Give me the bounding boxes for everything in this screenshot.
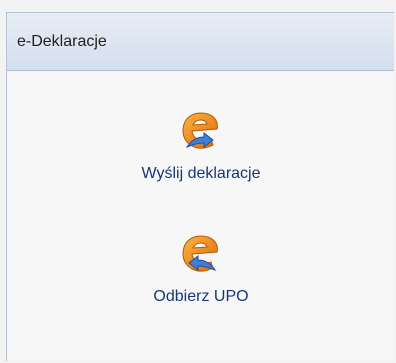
receive-upo-button[interactable]: Odbierz UPO — [7, 230, 395, 306]
e-declaration-send-icon — [182, 112, 218, 149]
send-declarations-button[interactable]: Wyślij deklaracje — [7, 107, 395, 183]
receive-upo-label: Odbierz UPO — [153, 288, 249, 305]
e-deklaracje-panel: e-Deklaracje Wyślij deklaracje Odbierz U… — [6, 12, 394, 361]
panel-title: e-Deklaracje — [17, 32, 107, 50]
send-declarations-label: Wyślij deklaracje — [141, 165, 261, 182]
panel-header: e-Deklaracje — [7, 13, 394, 71]
e-declaration-receive-icon — [182, 235, 218, 272]
